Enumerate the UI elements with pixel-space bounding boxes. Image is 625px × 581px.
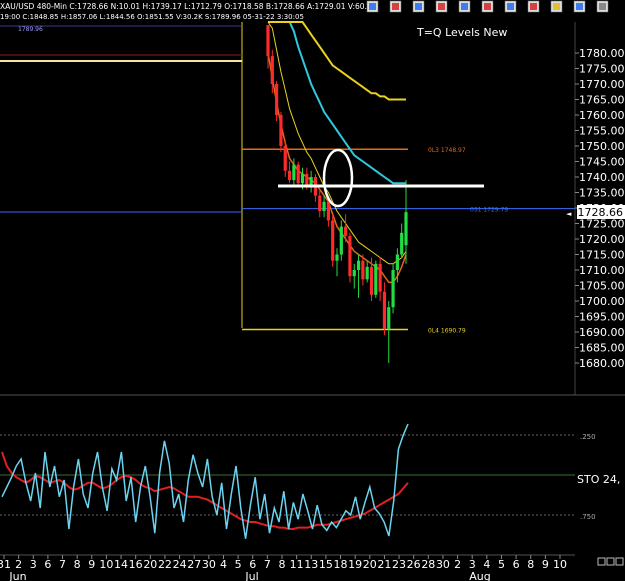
line-icon[interactable] bbox=[458, 0, 471, 13]
time-tick-label: 7 bbox=[59, 558, 66, 571]
candle bbox=[374, 260, 378, 298]
time-tick-label: 20 bbox=[363, 558, 377, 571]
price-tick-label: 1745.00 bbox=[579, 156, 625, 169]
price-panel: 1789.96 0L3 1748.97 0S1 1729.79 0L4 1690.7… bbox=[0, 21, 575, 395]
time-tick-label: 30 bbox=[436, 558, 450, 571]
oscillator-panel: .250 .750 STO 24, bbox=[0, 423, 620, 539]
time-tick-label: 5 bbox=[498, 558, 505, 571]
month-label: Aug bbox=[469, 570, 490, 581]
price-tick-label: 1705.00 bbox=[579, 280, 625, 293]
time-tick-label: 9 bbox=[542, 558, 549, 571]
header-quote-line2: 19:00 C:1848.85 H:1857.06 L:1844.56 O:18… bbox=[0, 13, 304, 21]
price-tick-label: 1755.00 bbox=[579, 125, 625, 138]
month-label: Jun bbox=[8, 570, 26, 581]
price-chart[interactable]: XAU/USD 480-Min C:1728.66 N:10.01 H:1739… bbox=[0, 0, 625, 581]
time-tick-label: 8 bbox=[74, 558, 81, 571]
time-tick-label: 24 bbox=[173, 558, 187, 571]
time-tick-label: 18 bbox=[334, 558, 348, 571]
price-tick-label: 1740.00 bbox=[579, 171, 625, 184]
time-tick-label: 7 bbox=[264, 558, 271, 571]
price-tick-label: 1750.00 bbox=[579, 140, 625, 153]
time-tick-label: 19 bbox=[348, 558, 362, 571]
candle bbox=[296, 161, 300, 187]
price-tick-label: 1765.00 bbox=[579, 94, 625, 107]
time-tick-label: 20 bbox=[143, 558, 157, 571]
time-tick-label: 2 bbox=[454, 558, 461, 571]
time-tick-label: 3 bbox=[30, 558, 37, 571]
price-tick-label: 1770.00 bbox=[579, 78, 625, 91]
candle bbox=[391, 263, 395, 314]
osc-label: STO 24, bbox=[577, 473, 620, 486]
price-tick-label: 1700.00 bbox=[579, 295, 625, 308]
level-label: 0S1 1729.79 bbox=[470, 207, 508, 214]
time-tick-label: 21 bbox=[377, 558, 391, 571]
time-tick-label: 26 bbox=[407, 558, 421, 571]
time-tick-label: 5 bbox=[235, 558, 242, 571]
chart-icon[interactable] bbox=[366, 0, 379, 13]
stochastic-d-line bbox=[1, 451, 409, 530]
price-tick-label: 1760.00 bbox=[579, 109, 625, 122]
note-icon[interactable] bbox=[550, 0, 563, 13]
pencil-icon[interactable] bbox=[527, 0, 540, 13]
time-tick-label: 8 bbox=[279, 558, 286, 571]
time-tick-label: 28 bbox=[421, 558, 435, 571]
time-axis[interactable]: 31 2 3 6 7 8 9 10 14 16 20 22 24 27 30 4 5 6 7 8 11 13 15 18 19 2… bbox=[0, 554, 575, 581]
month-label: Jul bbox=[244, 570, 258, 581]
header-quote-line1: XAU/USD 480-Min C:1728.66 N:10.01 H:1739… bbox=[0, 2, 378, 11]
osc-tick-750: .750 bbox=[580, 513, 596, 521]
text-icon[interactable] bbox=[504, 0, 517, 13]
price-tick-label: 1735.00 bbox=[579, 187, 625, 200]
chart-title: T=Q Levels New bbox=[416, 26, 507, 39]
level-label: 0L4 1690.79 bbox=[428, 328, 466, 335]
time-tick-label: 10 bbox=[553, 558, 567, 571]
header-bar: XAU/USD 480-Min C:1728.66 N:10.01 H:1739… bbox=[0, 0, 625, 22]
time-tick-label: 6 bbox=[513, 558, 520, 571]
price-tick-label: 1690.00 bbox=[579, 326, 625, 339]
level-label: 0L3 1748.97 bbox=[428, 147, 466, 154]
time-tick-label: 4 bbox=[220, 558, 227, 571]
scroll-left-icon[interactable] bbox=[597, 557, 606, 566]
price-tick-label: 1725.00 bbox=[579, 218, 625, 231]
fib-icon[interactable] bbox=[481, 0, 494, 13]
osc-tick-250: .250 bbox=[580, 433, 596, 441]
zoom-icon[interactable] bbox=[615, 557, 624, 566]
price-tick-label: 1685.00 bbox=[579, 342, 625, 355]
time-tick-label: 22 bbox=[158, 558, 172, 571]
time-tick-label: 15 bbox=[319, 558, 333, 571]
price-tick-label: 1720.00 bbox=[579, 233, 625, 246]
time-tick-label: 10 bbox=[99, 558, 113, 571]
time-tick-label: 9 bbox=[88, 558, 95, 571]
crosshair-icon[interactable] bbox=[435, 0, 448, 13]
price-tick-label: 1695.00 bbox=[579, 311, 625, 324]
price-tick-label: 1710.00 bbox=[579, 264, 625, 277]
time-tick-label: 14 bbox=[114, 558, 128, 571]
settings-icon[interactable] bbox=[573, 0, 586, 13]
wave-icon[interactable] bbox=[412, 0, 425, 13]
last-price-label: 1728.66 bbox=[578, 206, 624, 219]
candle bbox=[331, 214, 335, 267]
time-tick-label: 13 bbox=[304, 558, 318, 571]
last-price-arrow: ◄ bbox=[566, 210, 572, 218]
time-tick-label: 27 bbox=[187, 558, 201, 571]
time-tick-label: 30 bbox=[202, 558, 216, 571]
price-tick-label: 1780.00 bbox=[579, 47, 625, 60]
window-icon[interactable] bbox=[596, 0, 609, 13]
price-tick-label: 1680.00 bbox=[579, 357, 625, 370]
candle bbox=[348, 232, 352, 283]
time-tick-label: 16 bbox=[129, 558, 143, 571]
left-level-label: 1789.96 bbox=[18, 26, 43, 33]
scroll-right-icon[interactable] bbox=[606, 557, 615, 566]
price-tick-label: 1775.00 bbox=[579, 63, 625, 76]
price-tick-label: 1715.00 bbox=[579, 249, 625, 262]
time-tick-label: 8 bbox=[527, 558, 534, 571]
corner-controls[interactable] bbox=[597, 557, 624, 566]
zoom-icon[interactable] bbox=[389, 0, 402, 13]
time-tick-label: 23 bbox=[392, 558, 406, 571]
time-tick-label: 6 bbox=[44, 558, 51, 571]
stochastic-lines bbox=[1, 423, 409, 539]
time-tick-label: 11 bbox=[290, 558, 304, 571]
